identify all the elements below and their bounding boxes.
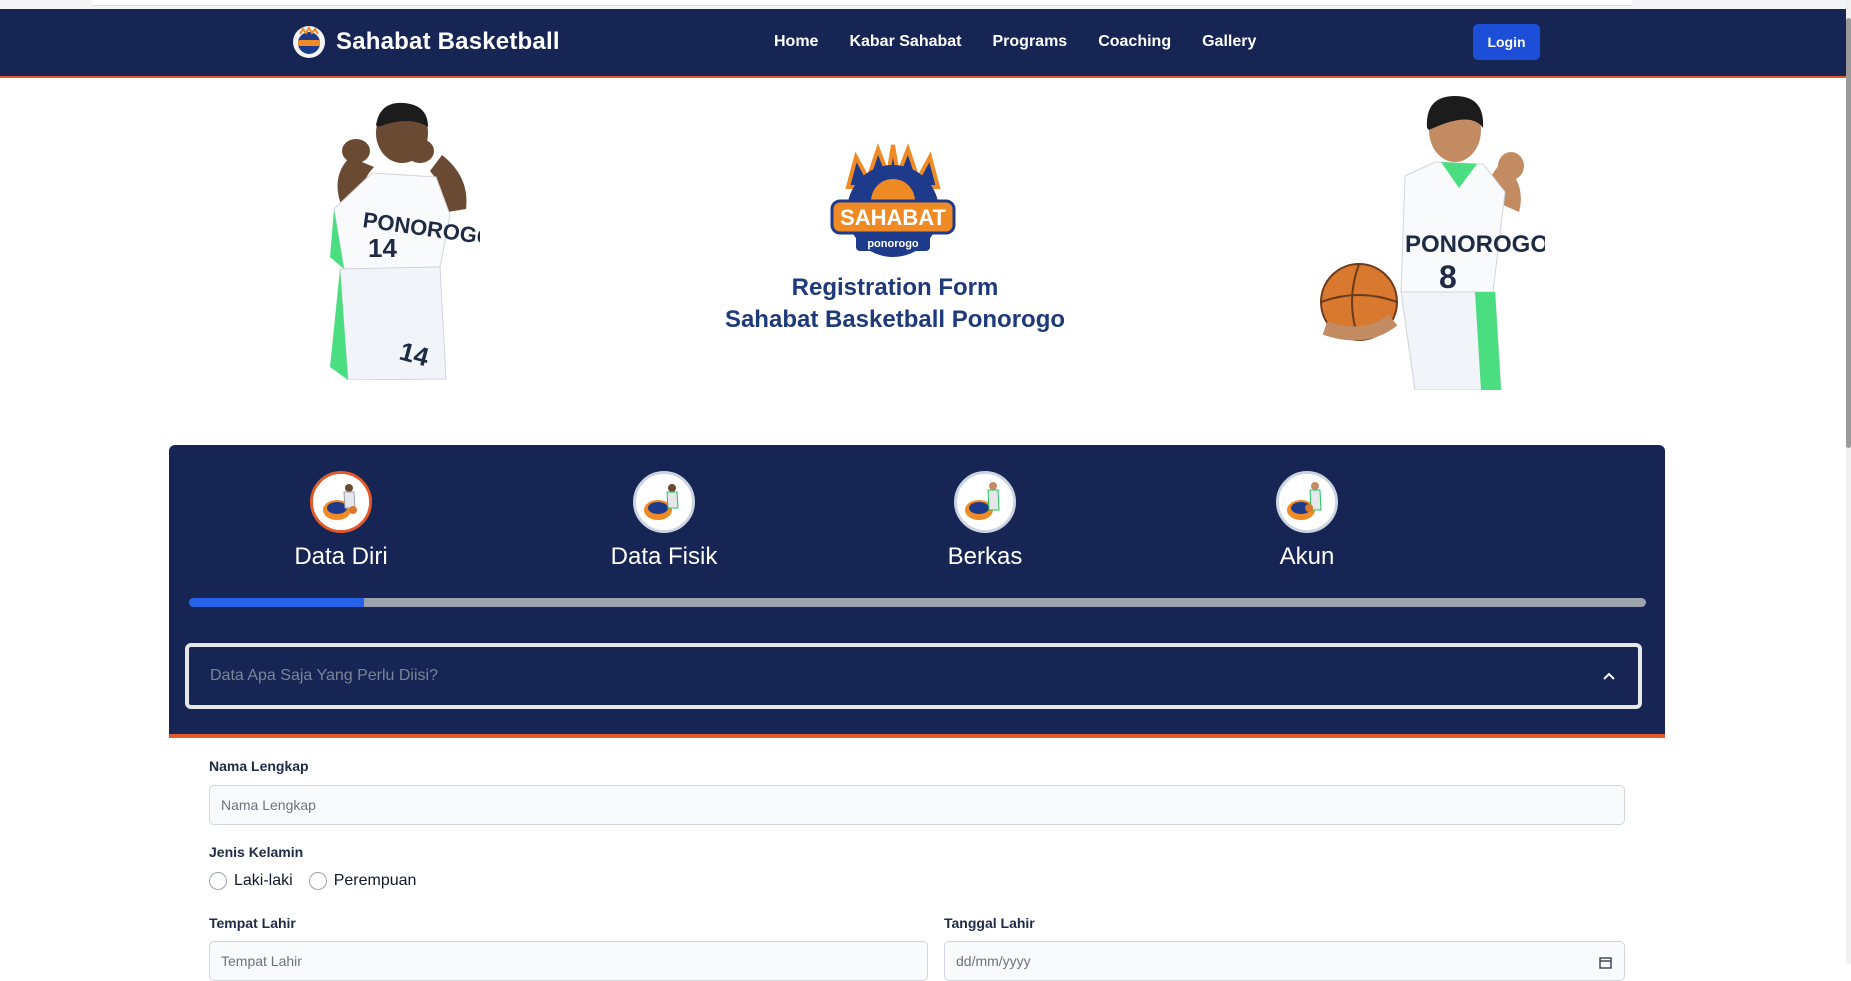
nav-gallery[interactable]: Gallery <box>1202 33 1256 51</box>
step-avatar <box>1276 471 1338 533</box>
step-label: Data Fisik <box>610 543 718 570</box>
right-jersey-number: 8 <box>1439 259 1457 295</box>
radio-label: Laki-laki <box>234 872 293 889</box>
right-jersey-text: PONOROGO <box>1405 231 1545 258</box>
step-akun[interactable]: Akun <box>1187 471 1427 571</box>
step-berkas[interactable]: Berkas <box>865 471 1105 571</box>
nav-kabar-sahabat[interactable]: Kabar Sahabat <box>849 33 961 51</box>
step-avatar <box>633 471 695 533</box>
radio-button[interactable] <box>209 872 227 890</box>
accordion-title: Data Apa Saja Yang Perlu Diisi? <box>210 667 438 684</box>
gender-label: Jenis Kelamin <box>209 844 304 860</box>
registration-stepper: Data Diri Data Fisik Berkas Akun Data Ap… <box>169 445 1665 738</box>
nav-links: Home Kabar Sahabat Programs Coaching Gal… <box>774 33 1256 51</box>
brand[interactable]: Sahabat Basketball <box>292 25 560 59</box>
info-accordion[interactable]: Data Apa Saja Yang Perlu Diisi? <box>185 643 1642 709</box>
page-title: Registration Form Sahabat Basketball Pon… <box>680 272 1110 336</box>
step-label: Akun <box>1279 543 1335 570</box>
login-button[interactable]: Login <box>1473 24 1540 60</box>
page-scrollbar[interactable] <box>1846 0 1851 964</box>
tempat-lahir-label: Tempat Lahir <box>209 915 296 931</box>
nav-home[interactable]: Home <box>774 33 818 51</box>
nama-label: Nama Lengkap <box>209 758 309 774</box>
browser-address-edge <box>92 0 1632 6</box>
nav-coaching[interactable]: Coaching <box>1098 33 1171 51</box>
brand-logo-icon <box>293 26 325 58</box>
player-avatar-icon <box>957 474 1013 530</box>
right-player-image: PONOROGO 8 <box>1320 96 1545 390</box>
gender-radio-group: Laki-laki Perempuan <box>209 872 432 890</box>
step-avatar <box>310 471 372 533</box>
scrollbar-thumb[interactable] <box>1846 18 1851 448</box>
step-label: Data Diri <box>294 543 388 570</box>
navbar: Sahabat Basketball Home Kabar Sahabat Pr… <box>0 9 1846 78</box>
player-avatar-icon <box>313 474 369 530</box>
page-title-line1: Registration Form <box>791 274 999 301</box>
page-title-line2: Sahabat Basketball Ponorogo <box>724 306 1066 333</box>
player-avatar-icon <box>636 474 692 530</box>
logo-text: SAHABAT <box>840 205 946 230</box>
tempat-lahir-input[interactable]: Tempat Lahir <box>209 941 928 981</box>
step-data-diri[interactable]: Data Diri <box>221 471 461 571</box>
radio-button[interactable] <box>308 872 327 890</box>
date-placeholder: dd/mm/yyyy <box>956 953 1031 969</box>
step-avatar <box>954 471 1016 533</box>
tanggal-lahir-label: Tanggal Lahir <box>944 915 1035 931</box>
tanggal-lahir-input[interactable]: dd/mm/yyyy <box>944 941 1625 981</box>
chevron-up-icon[interactable] <box>1602 669 1616 683</box>
brand-name: Sahabat Basketball <box>336 28 560 55</box>
step-data-fisik[interactable]: Data Fisik <box>544 471 784 571</box>
radio-label: Perempuan <box>333 872 417 889</box>
left-jersey-number: 14 <box>368 233 397 263</box>
browser-top-strip <box>0 0 1851 9</box>
radio-perempuan[interactable]: Perempuan <box>308 872 417 890</box>
sahabat-logo-icon: SAHABAT ponorogo <box>830 143 956 257</box>
progress-fill <box>189 598 364 607</box>
player-avatar-icon <box>1279 474 1335 530</box>
nav-programs[interactable]: Programs <box>993 33 1068 51</box>
progress-bar <box>189 598 1646 607</box>
radio-laki-laki[interactable]: Laki-laki <box>209 872 293 890</box>
left-player-image: PONOROGO 14 14 <box>330 102 480 380</box>
calendar-icon[interactable] <box>1599 956 1612 969</box>
step-label: Berkas <box>947 543 1023 570</box>
nama-input[interactable]: Nama Lengkap <box>209 785 1625 825</box>
logo-subtext: ponorogo <box>867 238 919 250</box>
